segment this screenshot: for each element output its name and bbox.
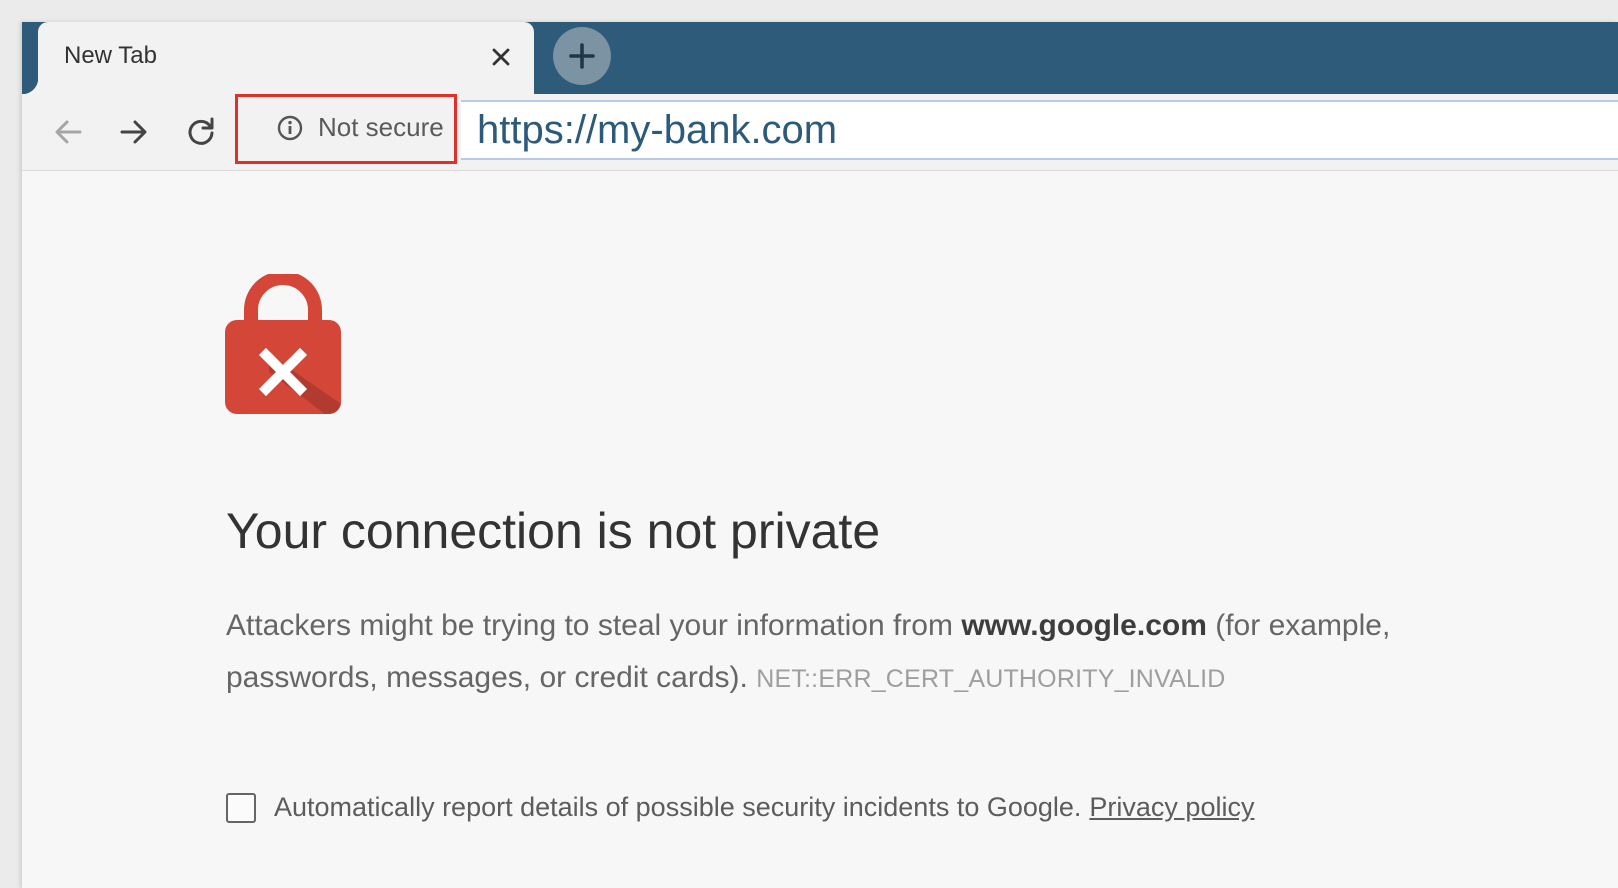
forward-button[interactable]	[116, 114, 152, 150]
error-heading: Your connection is not private	[226, 503, 881, 559]
target-domain: www.google.com	[961, 609, 1207, 642]
error-code[interactable]: NET::ERR_CERT_AUTHORITY_INVALID	[756, 665, 1225, 693]
toolbar: Not secure https://my-bank.com	[22, 94, 1618, 171]
arrow-left-icon	[55, 120, 82, 144]
close-icon[interactable]	[486, 42, 516, 72]
report-label: Automatically report details of possible…	[274, 792, 1082, 822]
not-secure-label: Not secure	[318, 112, 444, 142]
broken-lock-icon	[225, 274, 341, 414]
back-button[interactable]	[50, 114, 86, 150]
arrow-right-icon	[120, 120, 147, 144]
error-description: Attackers might be trying to steal your …	[226, 600, 1486, 705]
browser-window: New Tab Not secure https://my-bank.com Y…	[22, 22, 1618, 888]
reload-button[interactable]	[183, 114, 219, 150]
privacy-policy-link[interactable]: Privacy policy	[1089, 792, 1254, 823]
description-text-1: Attackers might be trying to steal your …	[226, 609, 953, 642]
report-option: Automatically report details of possible…	[226, 792, 1254, 823]
plus-icon	[569, 43, 595, 69]
info-icon	[277, 115, 303, 141]
security-indicator[interactable]: Not secure	[235, 94, 457, 164]
reload-icon	[188, 117, 214, 145]
report-checkbox[interactable]	[226, 792, 256, 823]
url-text: https://my-bank.com	[477, 108, 838, 152]
tab-new-tab[interactable]: New Tab	[22, 22, 534, 94]
address-bar[interactable]: https://my-bank.com	[461, 100, 1618, 160]
tab-strip: New Tab	[22, 22, 1618, 94]
tab-title: New Tab	[64, 42, 157, 69]
new-tab-button[interactable]	[553, 27, 611, 85]
